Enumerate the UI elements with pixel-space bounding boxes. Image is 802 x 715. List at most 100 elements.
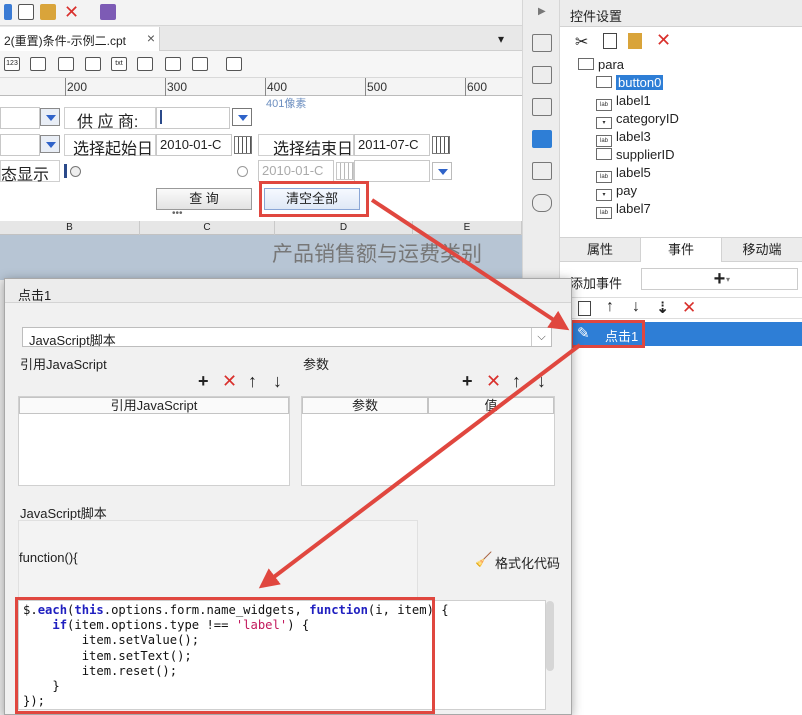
format-brush-icon[interactable] <box>100 4 116 20</box>
tree-item-categoryid[interactable]: ▾ categoryID <box>596 110 679 129</box>
move-up-icon[interactable]: ↑ <box>248 372 257 390</box>
delete-icon[interactable]: ✕ <box>64 3 80 21</box>
layout-icon[interactable] <box>532 34 552 52</box>
chevron-down-icon[interactable]: ⌵ <box>531 328 551 346</box>
end-date-field[interactable]: 2011-07-C <box>354 134 430 156</box>
format-code-button[interactable]: 格式化代码 <box>495 553 560 572</box>
tab-template-file[interactable]: 2(重置)条件-示例二.cpt × <box>0 27 160 51</box>
tree-item-supplierid[interactable]: supplierID <box>596 146 675 164</box>
column-header-d[interactable]: D <box>275 221 413 235</box>
move-up-icon[interactable]: ↑ <box>512 372 521 390</box>
radio-button[interactable] <box>70 166 81 177</box>
checkbox-group-icon[interactable] <box>85 57 101 71</box>
copy-icon[interactable] <box>578 301 591 316</box>
ruler: 200 300 400 500 600 <box>0 78 522 96</box>
category-field[interactable] <box>0 107 40 129</box>
event-toolbar: ↑ ↓ ⇣ ✕ <box>560 297 802 319</box>
pay-field[interactable] <box>0 134 40 156</box>
checkbox-widget-icon[interactable] <box>165 57 181 71</box>
dropdown-arrow-icon[interactable] <box>40 108 60 126</box>
calendar-icon[interactable] <box>432 136 450 154</box>
event-type-select[interactable]: JavaScript脚本 <box>22 327 552 348</box>
sort-icon[interactable]: ⇣ <box>656 298 669 318</box>
move-up-icon[interactable]: ↑ <box>606 298 614 316</box>
calendar-icon[interactable] <box>336 162 354 180</box>
copy-icon[interactable] <box>18 4 34 20</box>
ruler-mark: 300 <box>167 80 188 94</box>
tree-item-label3[interactable]: lab label3 <box>596 128 651 147</box>
copy-icon[interactable] <box>603 33 617 49</box>
save-icon[interactable] <box>4 4 12 20</box>
delete-icon[interactable]: ✕ <box>656 30 671 51</box>
move-down-icon[interactable]: ↓ <box>537 372 546 390</box>
paste-icon[interactable] <box>628 33 642 49</box>
column-header-e[interactable]: E <box>413 221 522 235</box>
form-icon <box>578 58 594 70</box>
dialog-title: 点击1 <box>18 288 52 303</box>
expand-arrow-icon[interactable]: ▶ <box>538 6 546 17</box>
textarea-widget-icon[interactable] <box>30 57 46 71</box>
delete-icon[interactable]: ✕ <box>682 298 696 318</box>
picker-icon[interactable] <box>432 162 452 180</box>
start-date-field[interactable]: 2010-01-C <box>156 134 232 156</box>
date-placeholder-field[interactable]: 2010-01-C <box>258 160 334 182</box>
radio-button[interactable] <box>237 166 248 177</box>
add-icon[interactable]: + <box>462 372 473 390</box>
add-event-label: 添加事件 <box>570 276 623 291</box>
tree-item-label: label5 <box>616 165 651 180</box>
tab-title: 2(重置)条件-示例二.cpt <box>4 34 127 48</box>
move-down-icon[interactable]: ↓ <box>273 372 282 390</box>
empty-field[interactable] <box>354 160 430 182</box>
tab-properties[interactable]: 属性 <box>560 238 640 262</box>
chevron-down-icon: ▾ <box>726 275 731 284</box>
tree-widget-icon[interactable] <box>192 57 208 71</box>
tree-item-para[interactable]: para <box>578 56 624 74</box>
tree-item-button0[interactable]: button0 <box>596 74 664 92</box>
move-down-icon[interactable]: ↓ <box>632 298 640 316</box>
tab-mobile[interactable]: 移动端 <box>722 238 802 262</box>
tab-events[interactable]: 事件 <box>640 238 722 262</box>
text-widget-icon[interactable]: txt <box>111 57 127 71</box>
tree-item-label7[interactable]: lab label7 <box>596 200 651 219</box>
number-widget-icon[interactable]: 123 <box>4 57 20 71</box>
cursor-marker <box>64 164 67 178</box>
remove-icon[interactable]: ✕ <box>486 372 501 390</box>
remove-icon[interactable]: ✕ <box>222 372 237 390</box>
editor-scrollbar[interactable] <box>546 601 554 671</box>
sheet-column-header: B C D E <box>0 221 522 235</box>
column-header-c[interactable]: C <box>140 221 275 235</box>
highlight-clear-button <box>259 181 369 217</box>
tab-menu-icon[interactable]: ▾ <box>498 32 504 46</box>
cell-attr-icon[interactable] <box>532 66 552 84</box>
query-button[interactable]: 查 询 <box>156 188 252 210</box>
border-icon[interactable] <box>532 98 552 116</box>
cut-icon[interactable]: ✂ <box>575 32 588 52</box>
tree-item-label: button0 <box>616 75 664 90</box>
tab-close-icon[interactable]: × <box>147 30 155 46</box>
more-widgets-icon[interactable] <box>226 57 242 71</box>
password-widget-icon[interactable] <box>137 57 153 71</box>
paste-icon[interactable] <box>40 4 56 20</box>
tree-item-pay[interactable]: ▾ pay <box>596 182 637 201</box>
radio-group-icon[interactable] <box>58 57 74 71</box>
hyperlink-icon[interactable] <box>532 194 552 212</box>
widget-settings-icon[interactable] <box>532 130 552 148</box>
tree-item-label1[interactable]: lab label1 <box>596 92 651 111</box>
dialog-titlebar <box>5 279 571 303</box>
resize-handle-icon[interactable]: ••• <box>172 208 183 219</box>
value-header: 值 <box>428 397 554 414</box>
widget-toolbar: 123 txt <box>0 51 522 78</box>
dropdown-arrow-icon[interactable] <box>40 135 60 153</box>
add-icon[interactable]: + <box>198 372 209 390</box>
tree-picker-icon[interactable] <box>232 108 252 126</box>
column-header-b[interactable]: B <box>0 221 140 235</box>
calendar-icon[interactable] <box>234 136 252 154</box>
report-title: 产品销售额与运费类别 <box>272 243 482 266</box>
tree-item-label: label7 <box>616 201 651 216</box>
panel-header: 控件设置 <box>560 0 802 27</box>
supplier-field[interactable] <box>156 107 230 129</box>
tree-item-label5[interactable]: lab label5 <box>596 164 651 183</box>
add-event-button[interactable]: + <box>641 268 798 290</box>
function-signature: function(){ <box>19 550 78 565</box>
condition-icon[interactable] <box>532 162 552 180</box>
